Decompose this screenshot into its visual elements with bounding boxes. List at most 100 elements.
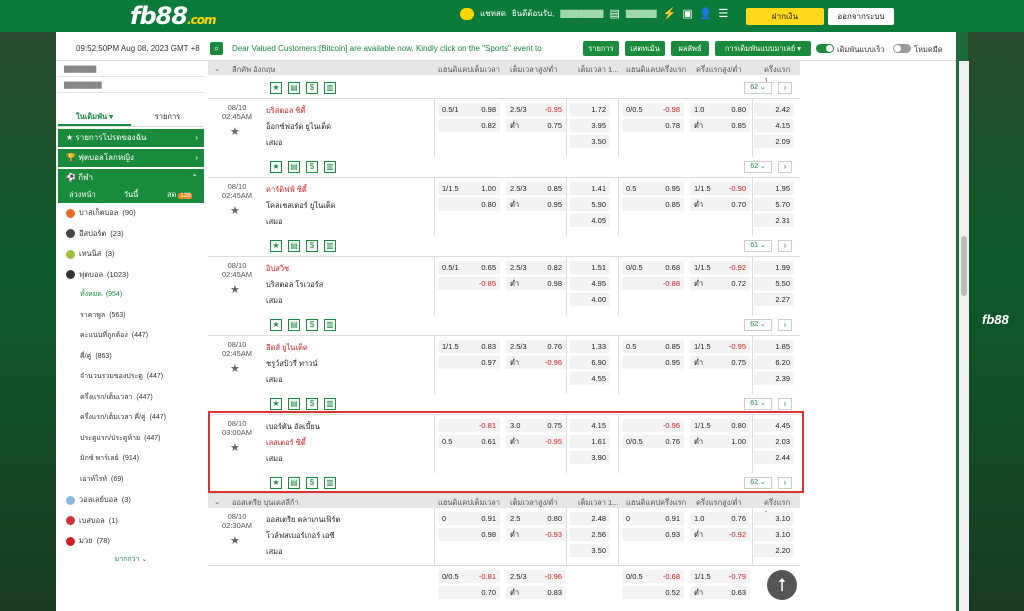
- chart-icon[interactable]: ▥: [324, 319, 336, 331]
- chart-icon[interactable]: ▥: [324, 398, 336, 410]
- odds-value[interactable]: -0.92: [722, 528, 750, 541]
- odds-value[interactable]: 0.78: [656, 119, 684, 132]
- stats-icon[interactable]: ▤: [288, 319, 300, 331]
- odds-value[interactable]: 0.65: [472, 261, 500, 274]
- wallet-icon[interactable]: ▤: [609, 7, 619, 20]
- stats-icon[interactable]: ▤: [288, 240, 300, 252]
- cashout-icon[interactable]: $: [306, 398, 318, 410]
- odds-value[interactable]: 0.76: [722, 512, 750, 525]
- favorite-star-icon[interactable]: ★: [270, 398, 282, 410]
- results-button[interactable]: ผลลัพธ์: [671, 41, 709, 56]
- stats-icon[interactable]: ▤: [288, 398, 300, 410]
- odds-value[interactable]: -0.98: [656, 103, 684, 116]
- odds-value[interactable]: 3.50: [570, 135, 610, 148]
- odds-value[interactable]: -0.81: [472, 419, 500, 432]
- odds-value[interactable]: -0.90: [722, 182, 750, 195]
- odds-value[interactable]: 0.80: [472, 198, 500, 211]
- odds-value[interactable]: 2.31: [754, 214, 794, 227]
- scrollbar[interactable]: [959, 61, 969, 611]
- odds-value[interactable]: 4.00: [570, 293, 610, 306]
- favorite-star-icon[interactable]: ★: [270, 82, 282, 94]
- odds-value[interactable]: -0.95: [538, 103, 566, 116]
- odds-value[interactable]: 0.80: [538, 512, 566, 525]
- favorite-star-icon[interactable]: ★: [270, 240, 282, 252]
- odds-value[interactable]: 0.63: [722, 586, 750, 599]
- odds-value[interactable]: 3.90: [570, 451, 610, 464]
- favorite-star-icon[interactable]: ★: [270, 319, 282, 331]
- odds-value[interactable]: 1.85: [754, 340, 794, 353]
- odds-value[interactable]: 0.72: [722, 277, 750, 290]
- odds-value[interactable]: 2.39: [754, 372, 794, 385]
- market-item[interactable]: ทั้งหมด (954): [58, 285, 204, 306]
- chart-icon[interactable]: ▥: [324, 82, 336, 94]
- odds-value[interactable]: 3.10: [754, 528, 794, 541]
- odds-value[interactable]: 0.68: [656, 261, 684, 274]
- odds-value[interactable]: -0.96: [538, 570, 566, 583]
- chart-icon[interactable]: ▥: [324, 161, 336, 173]
- league-header[interactable]: ⌄ ออสเตรีย บุนเดสลีก้า แฮนดิแคปเต็มเวลา เต็…: [208, 494, 800, 518]
- odds-value[interactable]: 0.98: [472, 528, 500, 541]
- market-item[interactable]: จำนวนรวมของประตู (447): [58, 367, 204, 388]
- odds-value[interactable]: 1.99: [754, 261, 794, 274]
- cashout-icon[interactable]: $: [306, 82, 318, 94]
- scrollbar-thumb[interactable]: [961, 236, 967, 296]
- sport-item[interactable]: บาสเก็ตบอล (90): [58, 203, 204, 224]
- odds-value[interactable]: 5.50: [754, 277, 794, 290]
- odds-value[interactable]: 2.56: [570, 528, 610, 541]
- odds-value[interactable]: 6.20: [754, 356, 794, 369]
- odds-value[interactable]: -0.81: [472, 570, 500, 583]
- market-item[interactable]: ครึ่งแรก/เต็มเวลา (447): [58, 388, 204, 409]
- odds-value[interactable]: 4.15: [754, 119, 794, 132]
- market-item[interactable]: คี่/คู่ (863): [58, 347, 204, 368]
- odds-value[interactable]: 3.50: [570, 544, 610, 557]
- favorite-icon[interactable]: ★: [230, 283, 240, 296]
- odds-value[interactable]: 4.45: [754, 419, 794, 432]
- sports-group[interactable]: ⚽ กีฬา ⌃: [58, 169, 204, 187]
- sport-item[interactable]: วอลเลย์บอล (3): [58, 490, 204, 511]
- fast-bet-toggle[interactable]: [816, 44, 834, 53]
- odds-value[interactable]: 1.72: [570, 103, 610, 116]
- stats-icon[interactable]: ▤: [288, 161, 300, 173]
- menu-list-icon[interactable]: ☰: [718, 7, 728, 20]
- open-match-arrow[interactable]: ›: [778, 319, 792, 331]
- odds-value[interactable]: -0.95: [722, 340, 750, 353]
- odds-value[interactable]: 0.98: [538, 277, 566, 290]
- promo-icon[interactable]: ▣: [682, 7, 692, 20]
- odds-value[interactable]: 0.75: [538, 419, 566, 432]
- favorite-star-icon[interactable]: ★: [270, 477, 282, 489]
- list-button[interactable]: รายการ: [583, 41, 619, 56]
- chart-icon[interactable]: ▥: [324, 477, 336, 489]
- odds-value[interactable]: 3.95: [570, 119, 610, 132]
- statement-button[interactable]: เสตทเม้น: [625, 41, 665, 56]
- open-match-arrow[interactable]: ›: [778, 161, 792, 173]
- chat-icon[interactable]: [460, 7, 474, 20]
- odds-value[interactable]: 0.76: [538, 340, 566, 353]
- odds-value[interactable]: 0.52: [656, 586, 684, 599]
- market-item[interactable]: ราคาพูล (563): [58, 306, 204, 327]
- market-item[interactable]: ประตูแรก/ประตูท้าย (447): [58, 429, 204, 450]
- market-item[interactable]: เอาท์ไรท์ (69): [58, 470, 204, 491]
- womens-worldcup-group[interactable]: 🏆 ฟุตบอลโลกหญิง ›: [58, 149, 204, 167]
- odds-value[interactable]: 2.27: [754, 293, 794, 306]
- cashout-icon[interactable]: $: [306, 477, 318, 489]
- more-bets-count[interactable]: 61 ⌄: [744, 398, 772, 410]
- more-sports-button[interactable]: มากกว่า ⌄: [58, 552, 204, 568]
- odds-value[interactable]: 0.82: [538, 261, 566, 274]
- odds-value[interactable]: 0.83: [538, 586, 566, 599]
- odds-value[interactable]: -0.68: [656, 570, 684, 583]
- odds-value[interactable]: 4.15: [570, 419, 610, 432]
- favorite-icon[interactable]: ★: [230, 362, 240, 375]
- odds-value[interactable]: 0.80: [722, 419, 750, 432]
- more-bets-count[interactable]: 62 ⌄: [744, 477, 772, 489]
- sport-item[interactable]: เบสบอล (1): [58, 511, 204, 532]
- odds-value[interactable]: 4.05: [570, 214, 610, 227]
- odds-value[interactable]: 0.75: [722, 356, 750, 369]
- more-bets-count[interactable]: 62 ⌄: [744, 82, 772, 94]
- odds-value[interactable]: 4.55: [570, 372, 610, 385]
- odds-value[interactable]: 1.51: [570, 261, 610, 274]
- user-icon[interactable]: 👤: [699, 7, 713, 20]
- market-item[interactable]: มิกซ์ พาร์เลย์ (914): [58, 449, 204, 470]
- odds-value[interactable]: -0.92: [722, 261, 750, 274]
- odds-value[interactable]: 1.00: [722, 435, 750, 448]
- dark-mode-toggle[interactable]: [893, 44, 911, 53]
